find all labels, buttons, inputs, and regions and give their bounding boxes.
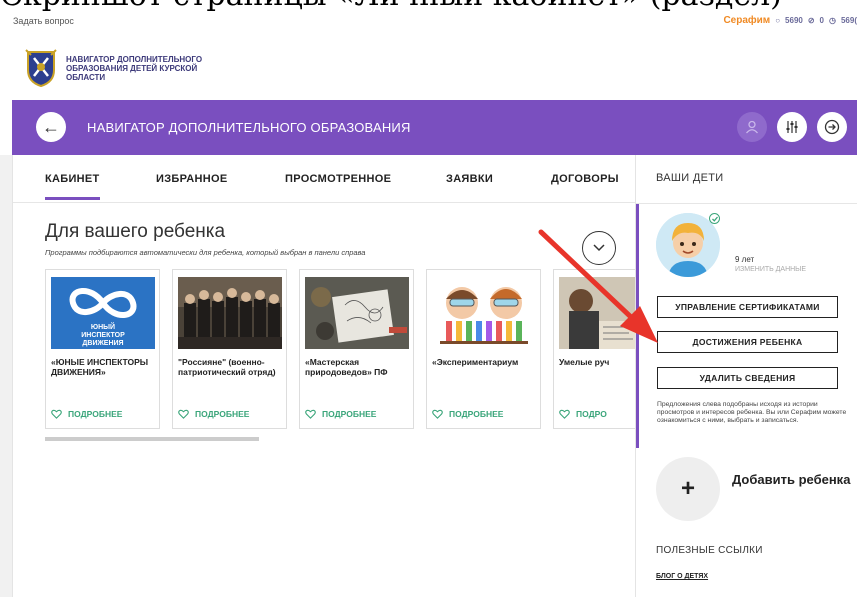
program-card[interactable]: ЮНЫЙ ИНСПЕКТОР ДВИЖЕНИЯ «ЮНЫЕ ИНСПЕКТОРЫ… — [45, 269, 160, 429]
program-card[interactable]: «Экспериментариум ПОДРОБНЕЕ — [426, 269, 541, 429]
program-photo — [305, 277, 409, 349]
brand-name: НАВИГАТОР ДОПОЛНИТЕЛЬНОГО ОБРАЗОВАНИЯ ДЕ… — [66, 54, 203, 82]
chevron-down-icon[interactable] — [582, 231, 616, 265]
section-title: Для вашего ребенка — [45, 221, 226, 242]
program-logo: ЮНЫЙ ИНСПЕКТОР ДВИЖЕНИЯ — [51, 277, 155, 349]
ask-question-link[interactable]: Задать вопрос — [13, 16, 74, 26]
header-actions — [737, 112, 847, 142]
user-info[interactable]: Серафим ○ 5690 ⊘ 0 ◷ 569( — [723, 15, 857, 26]
heart-icon — [432, 409, 443, 419]
road-inspector-icon: ЮНЫЙ ИНСПЕКТОР ДВИЖЕНИЯ — [51, 277, 155, 349]
program-photo — [178, 277, 282, 349]
more-label: ПОДРОБНЕЕ — [195, 409, 250, 419]
crest-icon — [25, 49, 57, 88]
more-label: ПОДРО — [576, 409, 607, 419]
tab-contracts[interactable]: ДОГОВОРЫ — [551, 173, 619, 185]
top-bar: Задать вопрос Серафим ○ 5690 ⊘ 0 ◷ 569( — [0, 12, 857, 32]
more-link[interactable]: ПОДРОБНЕЕ — [432, 409, 503, 419]
blocked-value: 0 — [819, 16, 824, 25]
balance-icon: ○ — [775, 16, 781, 25]
heart-icon — [305, 409, 316, 419]
child-age: 9 лет — [735, 255, 755, 264]
program-title[interactable]: «Мастерская природоведов» ПФ — [305, 357, 413, 377]
program-card[interactable]: Умелые руч ПОДРО — [553, 269, 636, 429]
header-bar: ← НАВИГАТОР ДОПОЛНИТЕЛЬНОГО ОБРАЗОВАНИЯ — [12, 100, 857, 155]
manage-certificates-button[interactable]: УПРАВЛЕНИЕ СЕРТИФИКАТАМИ — [657, 296, 838, 318]
program-title[interactable]: "Россияне" (военно-патриотический отряд) — [178, 357, 286, 377]
useful-links-title: ПОЛЕЗНЫЕ ССЫЛКИ — [656, 545, 763, 556]
site-logo[interactable]: НАВИГАТОР ДОПОЛНИТЕЛЬНОГО ОБРАЗОВАНИЯ ДЕ… — [22, 48, 226, 88]
cropped-caption-text: Скриншот страницы «Личный кабинет» (разд… — [0, 0, 857, 12]
program-photo — [559, 277, 636, 349]
check-icon — [709, 213, 720, 224]
svg-text:ЮНЫЙ: ЮНЫЙ — [91, 322, 115, 331]
add-child-label[interactable]: Добавить ребенка — [732, 472, 852, 487]
more-label: ПОДРОБНЕЕ — [322, 409, 377, 419]
available-value: 569( — [840, 16, 857, 25]
children-panel-title: ВАШИ ДЕТИ — [656, 172, 724, 184]
program-illustration — [432, 277, 536, 349]
sliders-icon[interactable] — [777, 112, 807, 142]
tabs: КАБИНЕТ ИЗБРАННОЕ ПРОСМОТРЕННОЕ ЗАЯВКИ Д… — [13, 155, 636, 203]
children-panel: ВАШИ ДЕТИ 9 лет ИЗМЕНИТЬ ДАННЫЕ УПРАВЛЕН… — [635, 155, 857, 597]
heart-icon — [559, 409, 570, 419]
plus-icon[interactable]: + — [656, 457, 720, 521]
balance-value: 5690 — [785, 16, 803, 25]
program-card[interactable]: "Россияне" (военно-патриотический отряд)… — [172, 269, 287, 429]
horizontal-scrollbar[interactable] — [45, 437, 259, 441]
more-link[interactable]: ПОДРО — [559, 409, 607, 419]
blog-link[interactable]: БЛОГ О ДЕТЯХ — [656, 573, 708, 580]
clock-icon: ◷ — [829, 16, 836, 25]
program-title[interactable]: Умелые руч — [559, 357, 636, 367]
header-title[interactable]: НАВИГАТОР ДОПОЛНИТЕЛЬНОГО ОБРАЗОВАНИЯ — [87, 120, 411, 135]
svg-text:ДВИЖЕНИЯ: ДВИЖЕНИЯ — [82, 340, 123, 347]
more-link[interactable]: ПОДРОБНЕЕ — [305, 409, 376, 419]
main-content: КАБИНЕТ ИЗБРАННОЕ ПРОСМОТРЕННОЕ ЗАЯВКИ Д… — [12, 155, 636, 597]
child-card: 9 лет ИЗМЕНИТЬ ДАННЫЕ УПРАВЛЕНИЕ СЕРТИФИ… — [636, 204, 857, 448]
achievements-button[interactable]: ДОСТИЖЕНИЯ РЕБЕНКА — [657, 331, 838, 353]
heart-icon — [51, 409, 62, 419]
arrow-left-icon[interactable]: ← — [36, 112, 66, 142]
delete-data-button[interactable]: УДАЛИТЬ СВЕДЕНИЯ — [657, 367, 838, 389]
panel-note: Предложения слева подобраны исходя из ис… — [657, 401, 847, 424]
more-label: ПОДРОБНЕЕ — [68, 409, 123, 419]
program-title[interactable]: «ЮНЫЕ ИНСПЕКТОРЫ ДВИЖЕНИЯ» — [51, 357, 159, 377]
blocked-icon: ⊘ — [807, 16, 815, 25]
user-icon[interactable] — [737, 112, 767, 142]
program-card[interactable]: «Мастерская природоведов» ПФ ПОДРОБНЕЕ — [299, 269, 414, 429]
more-label: ПОДРОБНЕЕ — [449, 409, 504, 419]
program-title[interactable]: «Экспериментариум — [432, 357, 540, 367]
tab-favorites[interactable]: ИЗБРАННОЕ — [156, 173, 228, 185]
heart-icon — [178, 409, 189, 419]
tab-cabinet[interactable]: КАБИНЕТ — [45, 173, 100, 200]
user-name[interactable]: Серафим — [723, 15, 770, 26]
edit-data-link[interactable]: ИЗМЕНИТЬ ДАННЫЕ — [735, 266, 806, 273]
more-link[interactable]: ПОДРОБНЕЕ — [51, 409, 122, 419]
arrow-circle-right-icon[interactable] — [817, 112, 847, 142]
tab-applications[interactable]: ЗАЯВКИ — [446, 173, 493, 185]
tab-viewed[interactable]: ПРОСМОТРЕННОЕ — [285, 173, 391, 185]
svg-text:ИНСПЕКТОР: ИНСПЕКТОР — [81, 332, 125, 339]
more-link[interactable]: ПОДРОБНЕЕ — [178, 409, 249, 419]
section-subtitle: Программы подбираются автоматически для … — [45, 248, 366, 257]
left-gutter — [0, 155, 12, 597]
